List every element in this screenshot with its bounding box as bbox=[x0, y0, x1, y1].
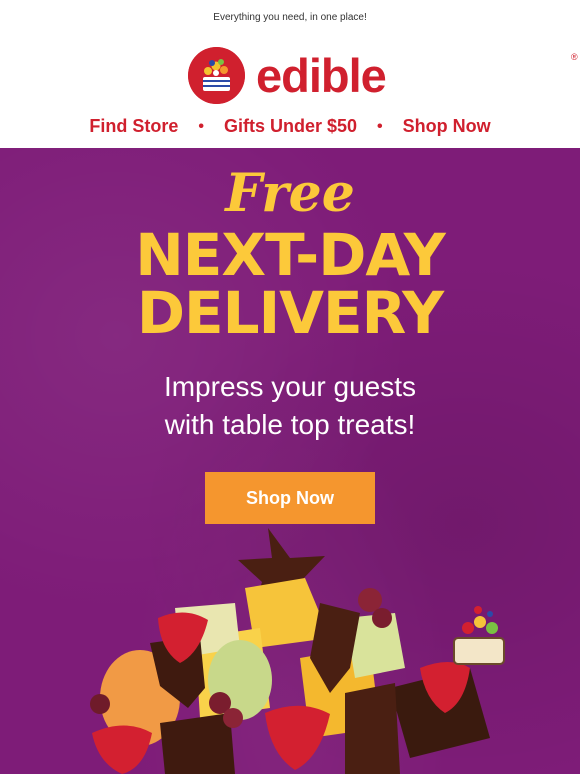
subtitle-line-2: with table top treats! bbox=[164, 409, 416, 440]
subtitle-line-1: Impress your guests bbox=[163, 371, 417, 402]
hero-headline: NEXT-DAY DELIVERY bbox=[0, 226, 580, 342]
fruit-basket-logo-icon bbox=[188, 46, 245, 104]
brand-wordmark: edible bbox=[256, 48, 387, 102]
nav-find-store[interactable]: Find Store bbox=[89, 116, 178, 137]
edible-logo[interactable]: edible ® bbox=[188, 46, 578, 104]
top-nav: Find Store • Gifts Under $50 • Shop Now bbox=[0, 116, 580, 137]
headline-line-2: DELIVERY bbox=[136, 279, 444, 347]
hero-free-text: Free bbox=[225, 163, 355, 224]
hero-banner[interactable]: Free NEXT-DAY DELIVERY Impress your gues… bbox=[0, 148, 580, 774]
registered-mark: ® bbox=[571, 52, 578, 62]
shop-now-button[interactable]: Shop Now bbox=[205, 472, 375, 524]
preheader-text: Everything you need, in one place! bbox=[213, 12, 367, 23]
nav-gifts-under-50[interactable]: Gifts Under $50 bbox=[224, 116, 357, 137]
nav-shop-now[interactable]: Shop Now bbox=[403, 116, 491, 137]
nav-separator: • bbox=[198, 117, 204, 135]
hero-subtitle: Impress your guests with table top treat… bbox=[0, 368, 580, 444]
headline-line-1: NEXT-DAY bbox=[135, 221, 445, 289]
nav-separator: • bbox=[377, 117, 383, 135]
fruit-arrangement-icon[interactable] bbox=[0, 518, 580, 774]
